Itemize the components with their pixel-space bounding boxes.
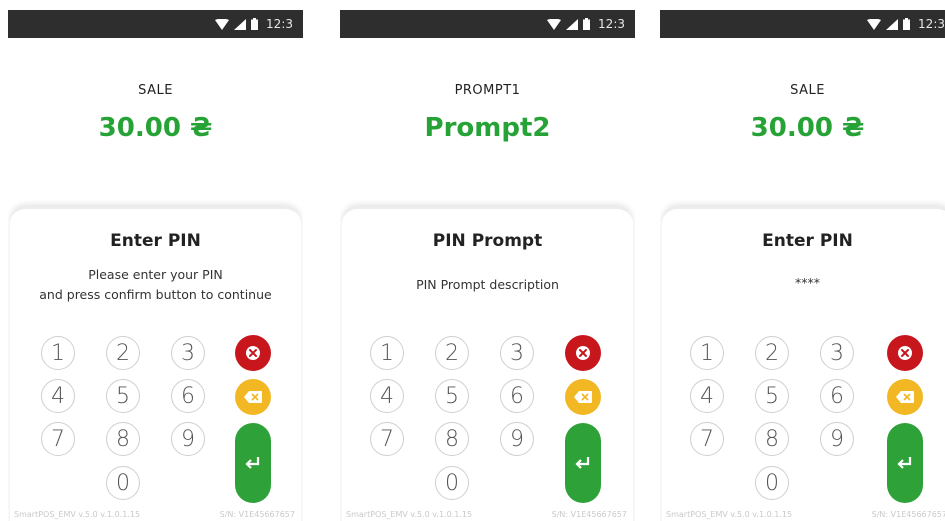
key-4[interactable]: 4 — [41, 379, 75, 413]
cancel-x-icon — [576, 346, 590, 360]
footer-version: SmartPOS_EMV v.5.0 v.1.0.1.15 — [14, 510, 141, 519]
enter-return-icon — [897, 457, 912, 469]
wifi-icon — [215, 18, 230, 30]
transaction-amount: 30.00 ₴ — [98, 113, 213, 143]
battery-icon — [583, 18, 591, 30]
key-8[interactable]: 8 — [435, 422, 469, 456]
clear-button[interactable] — [565, 379, 601, 415]
status-time: 12:3 — [266, 17, 293, 31]
key-3[interactable]: 3 — [171, 336, 205, 370]
clear-button[interactable] — [235, 379, 271, 415]
key-8[interactable]: 8 — [106, 422, 140, 456]
panel-title: Enter PIN — [110, 231, 201, 251]
key-0[interactable]: 0 — [435, 466, 469, 500]
footer-version: SmartPOS_EMV v.5.0 v.1.0.1.15 — [346, 510, 473, 519]
pin-entry-panel: Enter PIN **** 1 2 3 4 5 6 7 8 9 0 — [662, 207, 945, 521]
footer-serial: S/N: V1E45667657 — [871, 510, 945, 519]
key-0[interactable]: 0 — [755, 466, 789, 500]
key-2[interactable]: 2 — [435, 336, 469, 370]
key-6[interactable]: 6 — [171, 379, 205, 413]
key-9[interactable]: 9 — [171, 422, 205, 456]
status-time: 12:3 — [598, 17, 625, 31]
wifi-icon — [547, 18, 562, 30]
enter-return-icon — [245, 457, 260, 469]
key-5[interactable]: 5 — [755, 379, 789, 413]
phone-screen-2: 12:3 PROMPT1 Prompt2 PIN Prompt PIN Prom… — [340, 10, 635, 521]
pin-entry-panel: Enter PIN Please enter your PIN and pres… — [10, 207, 301, 521]
transaction-amount: 30.00 ₴ — [750, 113, 865, 143]
enter-return-icon — [575, 457, 590, 469]
key-9[interactable]: 9 — [820, 422, 854, 456]
status-bar: 12:3 — [340, 10, 635, 38]
panel-description: Please enter your PIN and press confirm … — [10, 265, 301, 305]
key-6[interactable]: 6 — [500, 379, 534, 413]
signal-icon — [886, 18, 899, 30]
key-9[interactable]: 9 — [500, 422, 534, 456]
cancel-x-icon — [898, 346, 912, 360]
transaction-type: PROMPT1 — [454, 83, 521, 98]
enter-button[interactable] — [565, 423, 601, 503]
key-8[interactable]: 8 — [755, 422, 789, 456]
pin-entry-panel: PIN Prompt PIN Prompt description 1 2 3 … — [342, 207, 633, 521]
panel-description: PIN Prompt description — [342, 275, 633, 295]
signal-icon — [234, 18, 247, 30]
key-2[interactable]: 2 — [755, 336, 789, 370]
pin-mask: **** — [662, 273, 945, 293]
panel-title: Enter PIN — [762, 231, 853, 251]
key-4[interactable]: 4 — [370, 379, 404, 413]
key-3[interactable]: 3 — [500, 336, 534, 370]
key-7[interactable]: 7 — [370, 422, 404, 456]
phone-screen-1: 12:3 SALE 30.00 ₴ Enter PIN Please enter… — [8, 10, 303, 521]
description-line: and press confirm button to continue — [39, 287, 272, 302]
signal-icon — [566, 18, 579, 30]
cancel-x-icon — [246, 346, 260, 360]
key-7[interactable]: 7 — [41, 422, 75, 456]
cancel-button[interactable] — [565, 335, 601, 371]
phone-screen-3: 12:3 SALE 30.00 ₴ Enter PIN **** 1 2 3 4… — [660, 10, 945, 521]
key-1[interactable]: 1 — [370, 336, 404, 370]
cancel-button[interactable] — [235, 335, 271, 371]
pin-mask-line: **** — [795, 275, 820, 290]
key-7[interactable]: 7 — [690, 422, 724, 456]
key-3[interactable]: 3 — [820, 336, 854, 370]
description-line: Please enter your PIN — [88, 267, 223, 282]
backspace-icon — [574, 391, 592, 403]
key-4[interactable]: 4 — [690, 379, 724, 413]
panel-title: PIN Prompt — [432, 231, 543, 251]
backspace-icon — [896, 391, 914, 403]
footer-version: SmartPOS_EMV v.5.0 v.1.0.1.15 — [666, 510, 793, 519]
status-time: 12:3 — [918, 17, 945, 31]
key-5[interactable]: 5 — [106, 379, 140, 413]
enter-button[interactable] — [887, 423, 923, 503]
key-6[interactable]: 6 — [820, 379, 854, 413]
battery-icon — [903, 18, 911, 30]
transaction-type: SALE — [790, 83, 825, 98]
clear-button[interactable] — [887, 379, 923, 415]
status-bar: 12:3 — [660, 10, 945, 38]
transaction-amount: Prompt2 — [424, 113, 551, 143]
key-1[interactable]: 1 — [41, 336, 75, 370]
wifi-icon — [867, 18, 882, 30]
key-5[interactable]: 5 — [435, 379, 469, 413]
footer-serial: S/N: V1E45667657 — [219, 510, 295, 519]
backspace-icon — [244, 391, 262, 403]
transaction-type: SALE — [138, 83, 173, 98]
key-1[interactable]: 1 — [690, 336, 724, 370]
key-0[interactable]: 0 — [106, 466, 140, 500]
battery-icon — [251, 18, 259, 30]
key-2[interactable]: 2 — [106, 336, 140, 370]
cancel-button[interactable] — [887, 335, 923, 371]
description-line: PIN Prompt description — [416, 277, 559, 292]
status-bar: 12:3 — [8, 10, 303, 38]
footer-serial: S/N: V1E45667657 — [551, 510, 627, 519]
enter-button[interactable] — [235, 423, 271, 503]
